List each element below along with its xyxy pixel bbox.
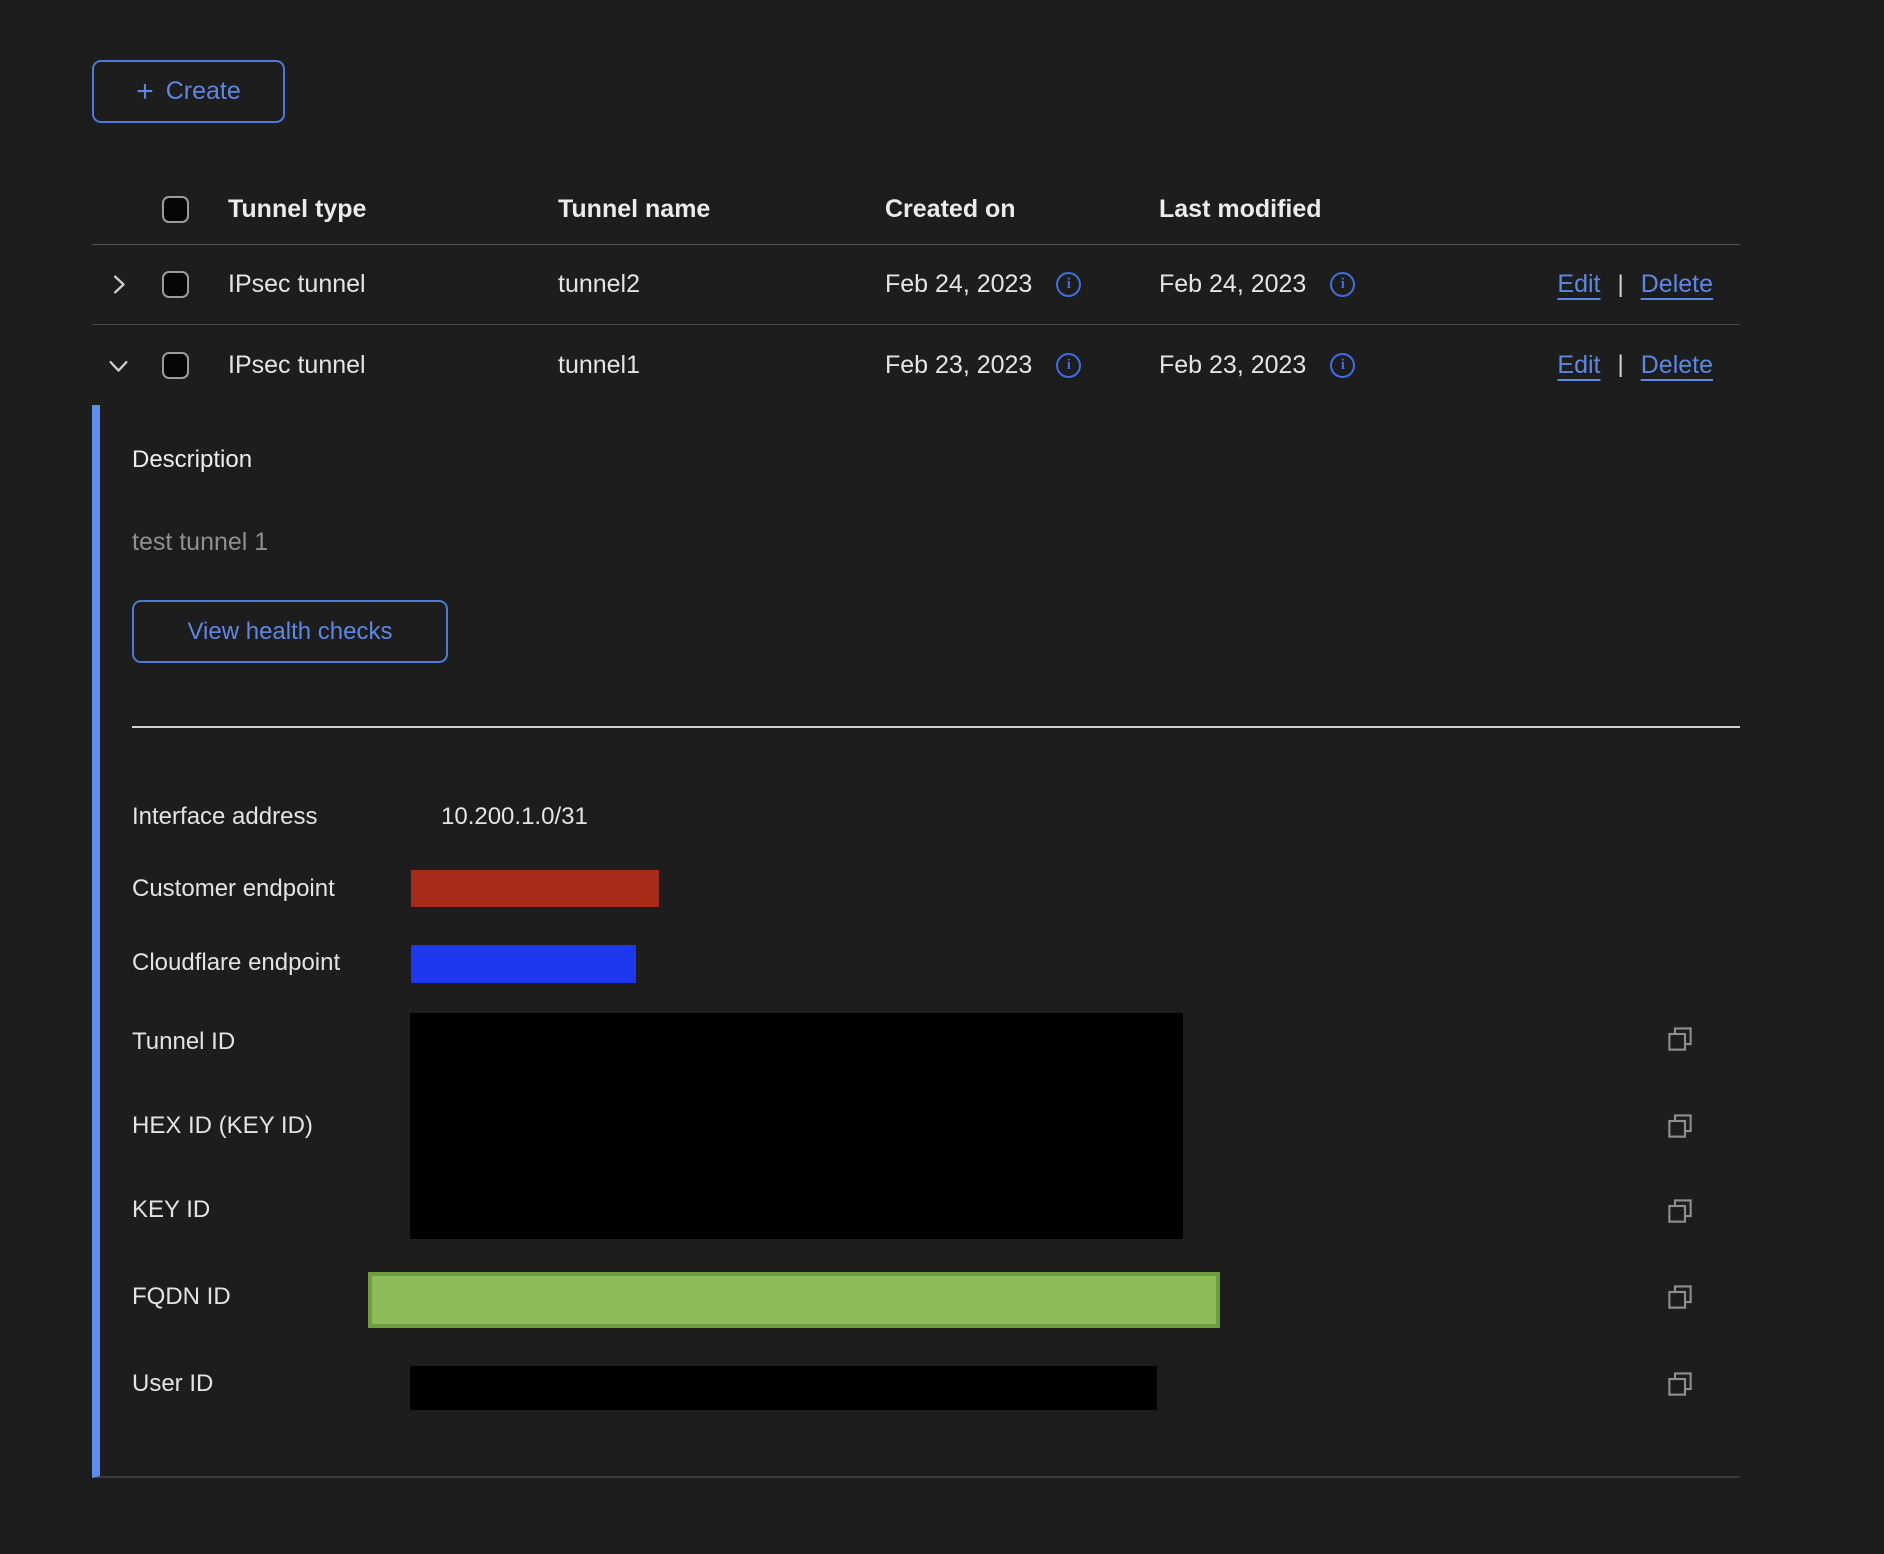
table-header-row: Tunnel type Tunnel name Created on Last … xyxy=(92,175,1740,245)
tunnel-type-cell: IPsec tunnel xyxy=(228,270,558,299)
tunnel-ids-redaction xyxy=(410,1013,1183,1239)
key-id-label: KEY ID xyxy=(132,1196,210,1224)
fqdn-id-redaction xyxy=(368,1272,1220,1328)
create-button-label: Create xyxy=(166,77,241,106)
info-icon[interactable]: i xyxy=(1330,272,1355,297)
tunnel-name-cell: tunnel1 xyxy=(558,351,885,380)
copy-icon[interactable] xyxy=(1665,1111,1695,1141)
select-all-checkbox[interactable] xyxy=(162,196,189,223)
row-checkbox[interactable] xyxy=(162,271,189,298)
edit-link[interactable]: Edit xyxy=(1557,351,1600,380)
customer-endpoint-redaction xyxy=(411,870,659,907)
plus-icon: + xyxy=(136,77,154,107)
view-health-checks-button[interactable]: View health checks xyxy=(132,600,448,663)
description-value: test tunnel 1 xyxy=(132,528,268,557)
copy-icon[interactable] xyxy=(1665,1369,1695,1399)
last-modified-cell: Feb 24, 2023 xyxy=(1159,270,1306,299)
row-checkbox[interactable] xyxy=(162,352,189,379)
header-tunnel-name: Tunnel name xyxy=(558,195,885,224)
edit-link[interactable]: Edit xyxy=(1557,270,1600,299)
customer-endpoint-label: Customer endpoint xyxy=(132,875,335,903)
fqdn-id-label: FQDN ID xyxy=(132,1283,231,1311)
interface-address-label: Interface address xyxy=(132,803,317,831)
last-modified-cell: Feb 23, 2023 xyxy=(1159,351,1306,380)
copy-icon[interactable] xyxy=(1665,1282,1695,1312)
collapse-chevron-down-icon[interactable] xyxy=(105,352,132,379)
cloudflare-endpoint-label: Cloudflare endpoint xyxy=(132,949,340,977)
table-row: IPsec tunnel tunnel2 Feb 24, 2023 i Feb … xyxy=(92,245,1740,325)
copy-icon[interactable] xyxy=(1665,1196,1695,1226)
tunnel-id-label: Tunnel ID xyxy=(132,1028,235,1056)
expanded-tunnel-panel: Description test tunnel 1 View health ch… xyxy=(92,405,1740,1478)
interface-address-value: 10.200.1.0/31 xyxy=(441,803,588,831)
tunnels-page: + Create Tunnel type Tunnel name Created… xyxy=(0,0,1884,1554)
created-on-cell: Feb 23, 2023 xyxy=(885,351,1032,380)
expand-chevron-right-icon[interactable] xyxy=(105,271,132,298)
created-on-cell: Feb 24, 2023 xyxy=(885,270,1032,299)
cloudflare-endpoint-redaction xyxy=(411,945,636,983)
tunnel-type-cell: IPsec tunnel xyxy=(228,351,558,380)
create-button[interactable]: + Create xyxy=(92,60,285,123)
user-id-label: User ID xyxy=(132,1370,213,1398)
info-icon[interactable]: i xyxy=(1056,272,1081,297)
action-separator: | xyxy=(1618,351,1624,379)
action-separator: | xyxy=(1618,271,1624,299)
tunnel-name-cell: tunnel2 xyxy=(558,270,885,299)
user-id-redaction xyxy=(410,1366,1157,1410)
hex-id-label: HEX ID (KEY ID) xyxy=(132,1112,313,1140)
header-created-on: Created on xyxy=(885,195,1159,224)
description-label: Description xyxy=(132,446,252,474)
section-divider xyxy=(132,726,1740,728)
info-icon[interactable]: i xyxy=(1330,353,1355,378)
copy-icon[interactable] xyxy=(1665,1024,1695,1054)
info-icon[interactable]: i xyxy=(1056,353,1081,378)
header-tunnel-type: Tunnel type xyxy=(228,195,558,224)
delete-link[interactable]: Delete xyxy=(1641,351,1713,380)
header-last-modified: Last modified xyxy=(1159,195,1540,224)
table-row: IPsec tunnel tunnel1 Feb 23, 2023 i Feb … xyxy=(92,325,1740,405)
tunnels-table: Tunnel type Tunnel name Created on Last … xyxy=(92,175,1740,405)
delete-link[interactable]: Delete xyxy=(1641,270,1713,299)
